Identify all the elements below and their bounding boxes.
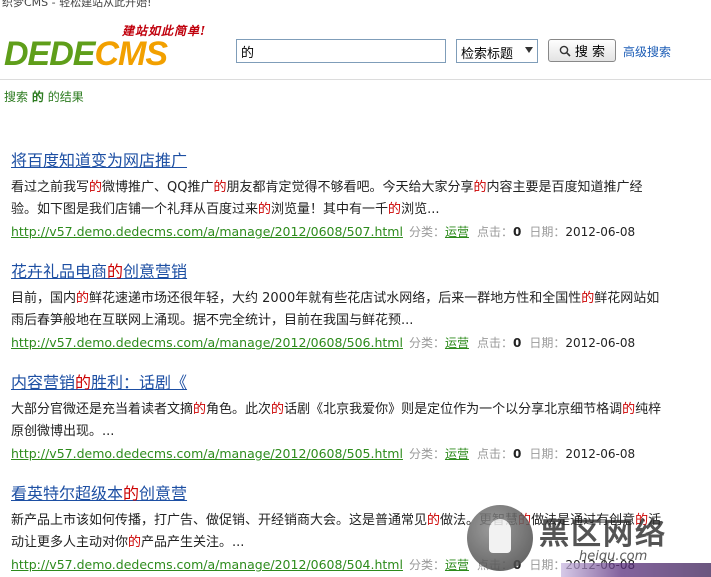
search-result: 将百度知道变为网店推广 看过之前我写的微博推广、QQ推广的朋友都肯定觉得不够看吧。… [11,150,701,261]
result-date: 2012-06-08 [565,225,636,239]
title-text: 创意营销 [123,262,188,281]
date-label: 日期： [529,225,566,239]
breadcrumb-suffix: 的结果 [47,90,84,104]
title-text: 将百度知道变为网店推广 [11,151,188,170]
snippet-text: 话剧《北京我爱你》则是定位作为一个以分享北京细节格调 [284,402,623,417]
logo-wordmark-dede: DEDE [4,35,95,73]
keyword-highlight: 的 [213,180,227,195]
snippet-text: 产品产生关注。... [141,535,245,550]
search-result: 花卉礼品电商的创意营销 目前，国内的鲜花速递市场还很年轻，大约 2000年就有些花… [11,261,701,372]
breadcrumb-prefix: 搜索 [4,90,29,104]
category-label: 分类： [408,336,445,350]
category-label: 分类： [408,447,445,461]
snippet-text: 微博推广、QQ推广 [102,180,214,195]
date-label: 日期： [529,336,566,350]
keyword-highlight: 的 [388,202,402,217]
keyword-highlight: 的 [271,402,285,417]
category-link[interactable]: 运营 [445,447,469,461]
dedecms-logo[interactable]: 建站如此简单! DEDECMS [4,22,216,74]
keyword-highlight: 的 [75,373,92,392]
keyword-highlight: 的 [193,402,207,417]
logo-wordmark-cms: CMS [94,35,168,73]
keyword-highlight: 的 [128,535,142,550]
category-label: 分类： [408,225,445,239]
result-url-link[interactable]: http://v57.demo.dedecms.com/a/manage/201… [11,557,403,572]
breadcrumb: 搜索 的 的结果 [4,88,84,105]
result-meta: http://v57.demo.dedecms.com/a/manage/201… [11,224,701,240]
keyword-highlight: 的 [89,180,103,195]
clicks-label: 点击： [476,225,513,239]
date-label: 日期： [529,447,566,461]
keyword-highlight: 的 [107,262,124,281]
search-input[interactable] [236,39,446,63]
clicks-label: 点击： [476,447,513,461]
keyword-highlight: 的 [622,402,636,417]
title-text: 看英特尔超级本 [11,484,124,503]
clicks-count: 0 [513,336,522,350]
title-text: 花卉礼品电商 [11,262,108,281]
snippet-text: 浏览... [401,202,440,217]
snippet-text: 浏览量！其中有一千 [271,202,389,217]
search-result: 内容营销的胜利：话剧《 大部分官微还是充当着读者文摘的角色。此次的话剧《北京我爱你… [11,372,701,483]
result-date: 2012-06-08 [565,336,636,350]
keyword-highlight: 的 [473,180,487,195]
title-text: 内容营销 [11,373,76,392]
chevron-down-icon [525,47,533,53]
result-snippet: 看过之前我写的微博推广、QQ推广的朋友都肯定觉得不够看吧。今天给大家分享的内容主… [11,177,663,221]
result-snippet: 目前，国内的鲜花速递市场还很年轻，大约 2000年就有些花店试水网络，后来一群地… [11,288,663,332]
category-link[interactable]: 运营 [445,225,469,239]
title-text: 胜利：话剧《 [91,373,188,392]
result-meta: http://v57.demo.dedecms.com/a/manage/201… [11,335,701,351]
keyword-highlight: 的 [123,484,140,503]
clicks-count: 0 [513,225,522,239]
search-button[interactable]: 搜 索 [548,39,616,62]
result-url-link[interactable]: http://v57.demo.dedecms.com/a/manage/201… [11,446,403,461]
result-meta: http://v57.demo.dedecms.com/a/manage/201… [11,446,701,462]
clicks-label: 点击： [476,336,513,350]
search-button-label: 搜 索 [574,45,606,60]
clicks-count: 0 [513,447,522,461]
keyword-highlight: 的 [76,291,90,306]
search-scope-value: 检索标题 [461,47,514,62]
result-url-link[interactable]: http://v57.demo.dedecms.com/a/manage/201… [11,335,403,350]
keyword-highlight: 的 [581,291,595,306]
result-url-link[interactable]: http://v57.demo.dedecms.com/a/manage/201… [11,224,403,239]
snippet-text: 鲜花速递市场还很年轻，大约 2000年就有些花店试水网络，后来一群地方性和全国性 [89,291,582,306]
result-title-link[interactable]: 内容营销的胜利：话剧《 [11,372,187,394]
title-text: 创意营 [139,484,188,503]
category-link[interactable]: 运营 [445,336,469,350]
category-label: 分类： [408,558,445,572]
search-scope-select[interactable]: 检索标题 [456,39,538,63]
watermark-logo-icon [467,505,533,571]
keyword-highlight: 的 [258,202,272,217]
advanced-search-link[interactable]: 高级搜索 [623,43,671,60]
snippet-text: 新产品上市该如何传播，打广告、做促销、开经销商大会。这是普通常见 [11,513,428,528]
snippet-text: 看过之前我写 [11,180,90,195]
snippet-text: 朋友都肯定觉得不够看吧。今天给大家分享 [226,180,474,195]
breadcrumb-keyword: 的 [31,90,44,104]
result-date: 2012-06-08 [565,447,636,461]
site-header: 建站如此简单! DEDECMS 检索标题 搜 索 高级搜索 [0,12,711,80]
logo-wordmark: DEDECMS [4,35,168,73]
watermark-text: 黑区网络 [539,517,667,552]
search-icon [559,45,571,57]
result-title-link[interactable]: 将百度知道变为网店推广 [11,150,187,172]
keyword-highlight: 的 [427,513,441,528]
snippet-text: 角色。此次 [206,402,272,417]
result-title-link[interactable]: 花卉礼品电商的创意营销 [11,261,187,283]
watermark-subtext: heiqu.com [579,549,648,564]
snippet-text: 大部分官微还是充当着读者文摘 [11,402,194,417]
result-snippet: 大部分官微还是充当着读者文摘的角色。此次的话剧《北京我爱你》则是定位作为一个以分… [11,399,663,443]
result-title-link[interactable]: 看英特尔超级本的创意营 [11,483,187,505]
corner-decoration [561,563,711,577]
snippet-text: 目前，国内 [11,291,77,306]
window-title: 织梦CMS - 轻松建站从此开始! [2,0,152,9]
category-link[interactable]: 运营 [445,558,469,572]
